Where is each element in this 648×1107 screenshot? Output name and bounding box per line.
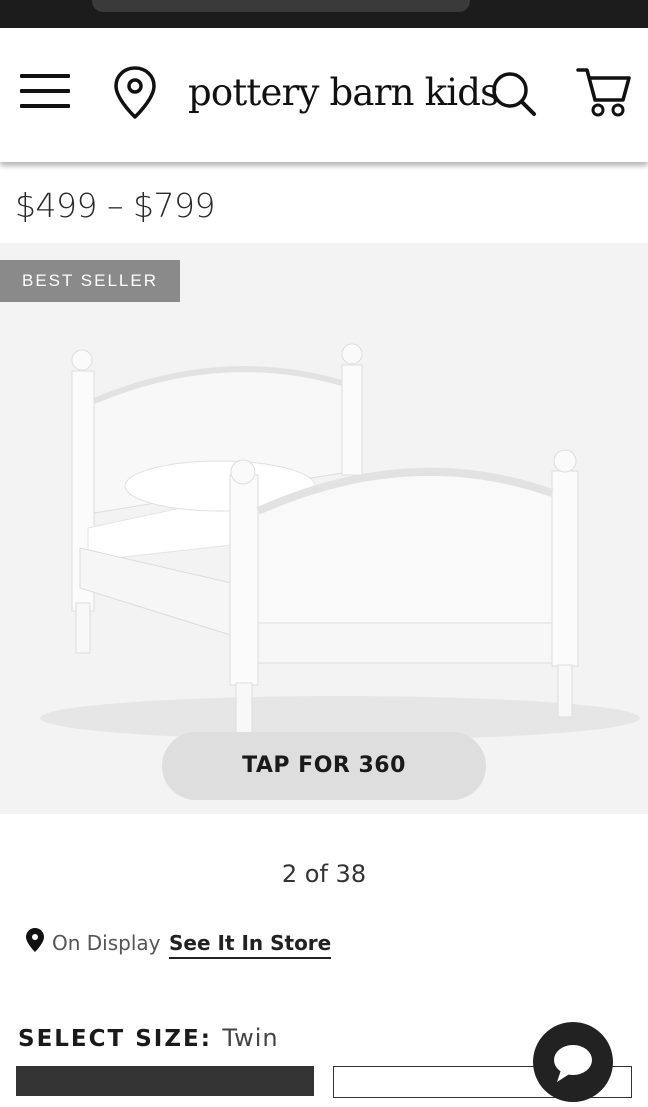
tap-for-360-button[interactable]: TAP FOR 360 [162,732,486,800]
bed-product-image [40,343,640,740]
cart-icon[interactable] [576,66,632,125]
on-display-label: On Display [52,931,161,955]
chat-bubble-icon [554,1045,592,1082]
best-seller-badge: BEST SELLER [0,260,180,302]
status-bar [0,0,648,28]
selected-size-value: Twin [222,1024,279,1052]
map-pin-icon [26,928,44,957]
chat-button[interactable] [533,1022,613,1102]
select-size-label: SELECT SIZE: [18,1026,212,1052]
site-header: pottery barn kids [0,28,648,162]
product-image-carousel[interactable]: BEST SELLER TAP FOR 360 [0,243,648,814]
select-size-row: SELECT SIZE: Twin [18,1024,279,1052]
search-icon[interactable] [490,70,538,123]
price-range: $499 – $799 [15,186,215,225]
image-counter: 2 of 38 [281,860,367,888]
status-pill [92,0,470,12]
hamburger-menu-icon[interactable] [20,72,72,115]
size-option-selected[interactable] [16,1066,314,1096]
location-pin-icon[interactable] [114,66,158,125]
brand-logo[interactable]: pottery barn kids [188,68,499,118]
see-it-in-store-link[interactable]: See It In Store [169,931,332,959]
